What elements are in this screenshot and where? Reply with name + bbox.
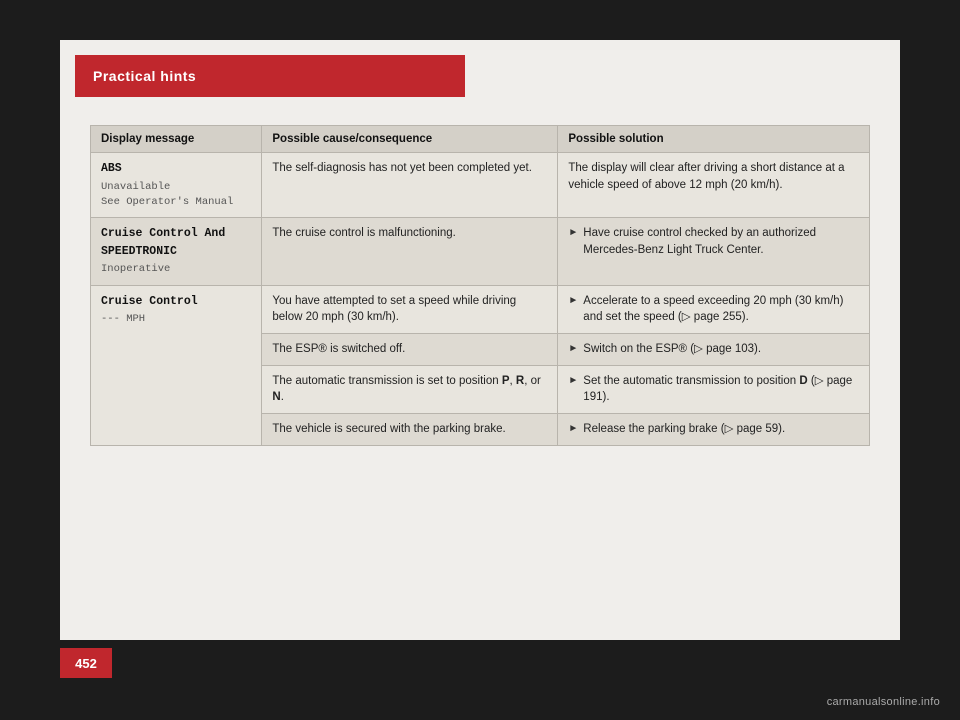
display-messages-table: Display message Possible cause/consequen…	[90, 125, 870, 446]
table-header-row: Display message Possible cause/consequen…	[91, 126, 870, 153]
page-title: Practical hints	[93, 68, 196, 84]
solution-bullet-row: ► Accelerate to a speed exceeding 20 mph…	[568, 293, 859, 326]
display-message-text: Cruise Control AndSPEEDTRONIC	[101, 227, 225, 258]
display-sub-text: UnavailableSee Operator's Manual	[101, 180, 251, 210]
solution-text: Accelerate to a speed exceeding 20 mph (…	[583, 293, 859, 326]
solution-cell: The display will clear after driving a s…	[558, 153, 870, 218]
solution-cell: ► Switch on the ESP® (▷ page 103).	[558, 334, 870, 366]
bullet-arrow-icon: ►	[568, 342, 578, 357]
solution-text: Set the automatic transmission to positi…	[583, 373, 859, 406]
solution-bullet-row: ► Release the parking brake (▷ page 59).	[568, 421, 859, 438]
solution-cell: ► Set the automatic transmission to posi…	[558, 365, 870, 413]
solution-text: Release the parking brake (▷ page 59).	[583, 421, 785, 438]
display-sub-text: Inoperative	[101, 262, 251, 277]
page-number-box: 452	[60, 648, 112, 678]
solution-bullet-row: ► Set the automatic transmission to posi…	[568, 373, 859, 406]
cause-cell: The automatic transmission is set to pos…	[262, 365, 558, 413]
bullet-arrow-icon: ►	[568, 422, 578, 437]
bullet-arrow-icon: ►	[568, 374, 578, 389]
cause-cell: You have attempted to set a speed while …	[262, 285, 558, 333]
page-number: 452	[75, 656, 97, 671]
watermark: carmanualsonline.info	[827, 696, 940, 708]
main-table-container: Display message Possible cause/consequen…	[90, 125, 870, 446]
cause-cell: The self-diagnosis has not yet been comp…	[262, 153, 558, 218]
solution-text: Have cruise control checked by an author…	[583, 225, 859, 258]
cause-text: The automatic transmission is set to pos…	[272, 375, 540, 404]
display-cell: ABS UnavailableSee Operator's Manual	[91, 153, 262, 218]
cause-cell: The cruise control is malfunctioning.	[262, 218, 558, 286]
cause-text: The cruise control is malfunctioning.	[272, 227, 455, 239]
solution-text: The display will clear after driving a s…	[568, 162, 844, 191]
solution-bullet-row: ► Have cruise control checked by an auth…	[568, 225, 859, 258]
solution-text: Switch on the ESP® (▷ page 103).	[583, 341, 761, 358]
cause-cell: The ESP® is switched off.	[262, 334, 558, 366]
table-row: Cruise Control --- MPH You have attempte…	[91, 285, 870, 333]
bullet-arrow-icon: ►	[568, 294, 578, 309]
solution-cell: ► Have cruise control checked by an auth…	[558, 218, 870, 286]
col-header-solution: Possible solution	[558, 126, 870, 153]
table-row: ABS UnavailableSee Operator's Manual The…	[91, 153, 870, 218]
display-cell: Cruise Control AndSPEEDTRONIC Inoperativ…	[91, 218, 262, 286]
cause-text: The vehicle is secured with the parking …	[272, 423, 505, 435]
solution-cell: ► Release the parking brake (▷ page 59).	[558, 414, 870, 446]
table-row: Cruise Control AndSPEEDTRONIC Inoperativ…	[91, 218, 870, 286]
display-sub-text: --- MPH	[101, 312, 251, 327]
solution-bullet-row: ► Switch on the ESP® (▷ page 103).	[568, 341, 859, 358]
solution-cell: ► Accelerate to a speed exceeding 20 mph…	[558, 285, 870, 333]
cause-cell: The vehicle is secured with the parking …	[262, 414, 558, 446]
cause-text: The self-diagnosis has not yet been comp…	[272, 162, 532, 174]
col-header-cause: Possible cause/consequence	[262, 126, 558, 153]
display-cell: Cruise Control --- MPH	[91, 285, 262, 445]
display-message-text: Cruise Control	[101, 295, 198, 308]
bullet-arrow-icon: ►	[568, 226, 578, 241]
display-message-text: ABS	[101, 162, 122, 175]
cause-text: You have attempted to set a speed while …	[272, 295, 516, 324]
col-header-display: Display message	[91, 126, 262, 153]
cause-text: The ESP® is switched off.	[272, 343, 405, 355]
header-bar: Practical hints	[75, 55, 465, 97]
